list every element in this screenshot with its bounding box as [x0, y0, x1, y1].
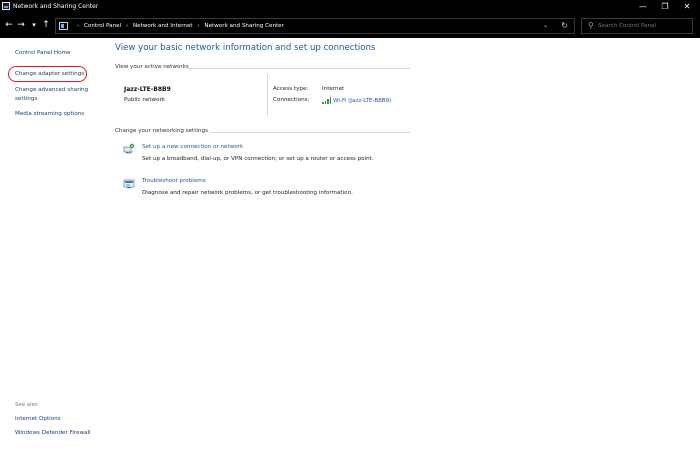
troubleshoot-description: Diagnose and repair network problems, or… — [142, 190, 353, 196]
connections-label: Connections: — [273, 97, 310, 103]
setup-connection-link[interactable]: Set up a new connection or network — [142, 144, 243, 150]
network-divider — [267, 74, 268, 116]
breadcrumb-separator[interactable]: › — [123, 22, 131, 30]
title-bar: Network and Sharing Center — ❐ ✕ — [0, 0, 700, 14]
breadcrumb-control-panel[interactable]: Control Panel — [84, 22, 121, 30]
network-app-icon — [2, 2, 10, 10]
breadcrumb-separator: › — [77, 23, 80, 29]
back-button[interactable]: ← — [4, 19, 14, 32]
setup-connection-description: Set up a broadband, dial-up, or VPN conn… — [142, 156, 374, 162]
network-name: Jazz-LTE-B8B9 — [124, 86, 171, 93]
sidebar-link-change-advanced-sharing[interactable]: Change advanced sharing — [15, 86, 88, 94]
address-field[interactable]: › Control Panel › Network and Internet ›… — [55, 18, 575, 34]
new-connection-icon — [123, 143, 135, 154]
access-type-label: Access type: — [273, 86, 309, 92]
search-field[interactable]: ⚲ — [581, 18, 693, 34]
breadcrumb: › Control Panel › Network and Internet ›… — [74, 22, 284, 30]
highlight-circle — [8, 66, 87, 82]
close-button[interactable]: ✕ — [676, 0, 698, 14]
window-title: Network and Sharing Center — [13, 3, 99, 10]
sidebar-link-media-streaming[interactable]: Media streaming options — [15, 110, 84, 118]
up-button[interactable]: ↑ — [41, 19, 51, 32]
search-input[interactable] — [598, 20, 690, 32]
change-settings-title: Change your networking settings — [115, 128, 209, 134]
sidebar-link-control-panel-home[interactable]: Control Panel Home — [15, 49, 70, 57]
section-divider — [210, 132, 410, 133]
active-networks-title: View your active networks — [115, 64, 189, 70]
minimize-button[interactable]: — — [632, 0, 654, 14]
troubleshoot-link[interactable]: Troubleshoot problems — [142, 178, 206, 184]
sidebar-link-change-advanced-sharing-cont[interactable]: settings — [15, 95, 37, 103]
wifi-connection-name[interactable]: Wi-Fi (Jazz-LTE-B8B9) — [333, 98, 391, 104]
breadcrumb-separator[interactable]: › — [194, 22, 202, 30]
breadcrumb-network-internet[interactable]: Network and Internet — [133, 22, 193, 30]
access-type-value: Internet — [322, 86, 345, 92]
refresh-icon[interactable]: ↻ — [561, 21, 568, 31]
recent-locations-button[interactable]: ▾ — [30, 19, 38, 32]
network-type: Public network — [124, 97, 166, 103]
wifi-connection-link[interactable]: Wi-Fi (Jazz-LTE-B8B9) — [322, 97, 391, 104]
section-divider — [188, 68, 410, 69]
sidebar-link-internet-options[interactable]: Internet Options — [15, 415, 61, 423]
address-toolbar: ← → ▾ ↑ › Control Panel › Network and In… — [0, 14, 700, 38]
troubleshoot-icon — [123, 179, 135, 189]
forward-button[interactable]: → — [16, 19, 26, 32]
sidebar-link-windows-defender-firewall[interactable]: Windows Defender Firewall — [15, 429, 91, 437]
control-panel-icon — [59, 22, 68, 30]
search-icon: ⚲ — [588, 21, 594, 30]
address-dropdown-icon[interactable]: ⌄ — [543, 22, 548, 30]
maximize-button[interactable]: ❐ — [654, 0, 676, 14]
wifi-signal-icon — [322, 97, 331, 104]
page-title: View your basic network information and … — [115, 43, 376, 53]
breadcrumb-network-sharing-center[interactable]: Network and Sharing Center — [204, 22, 284, 30]
see-also-title: See also — [15, 402, 38, 408]
